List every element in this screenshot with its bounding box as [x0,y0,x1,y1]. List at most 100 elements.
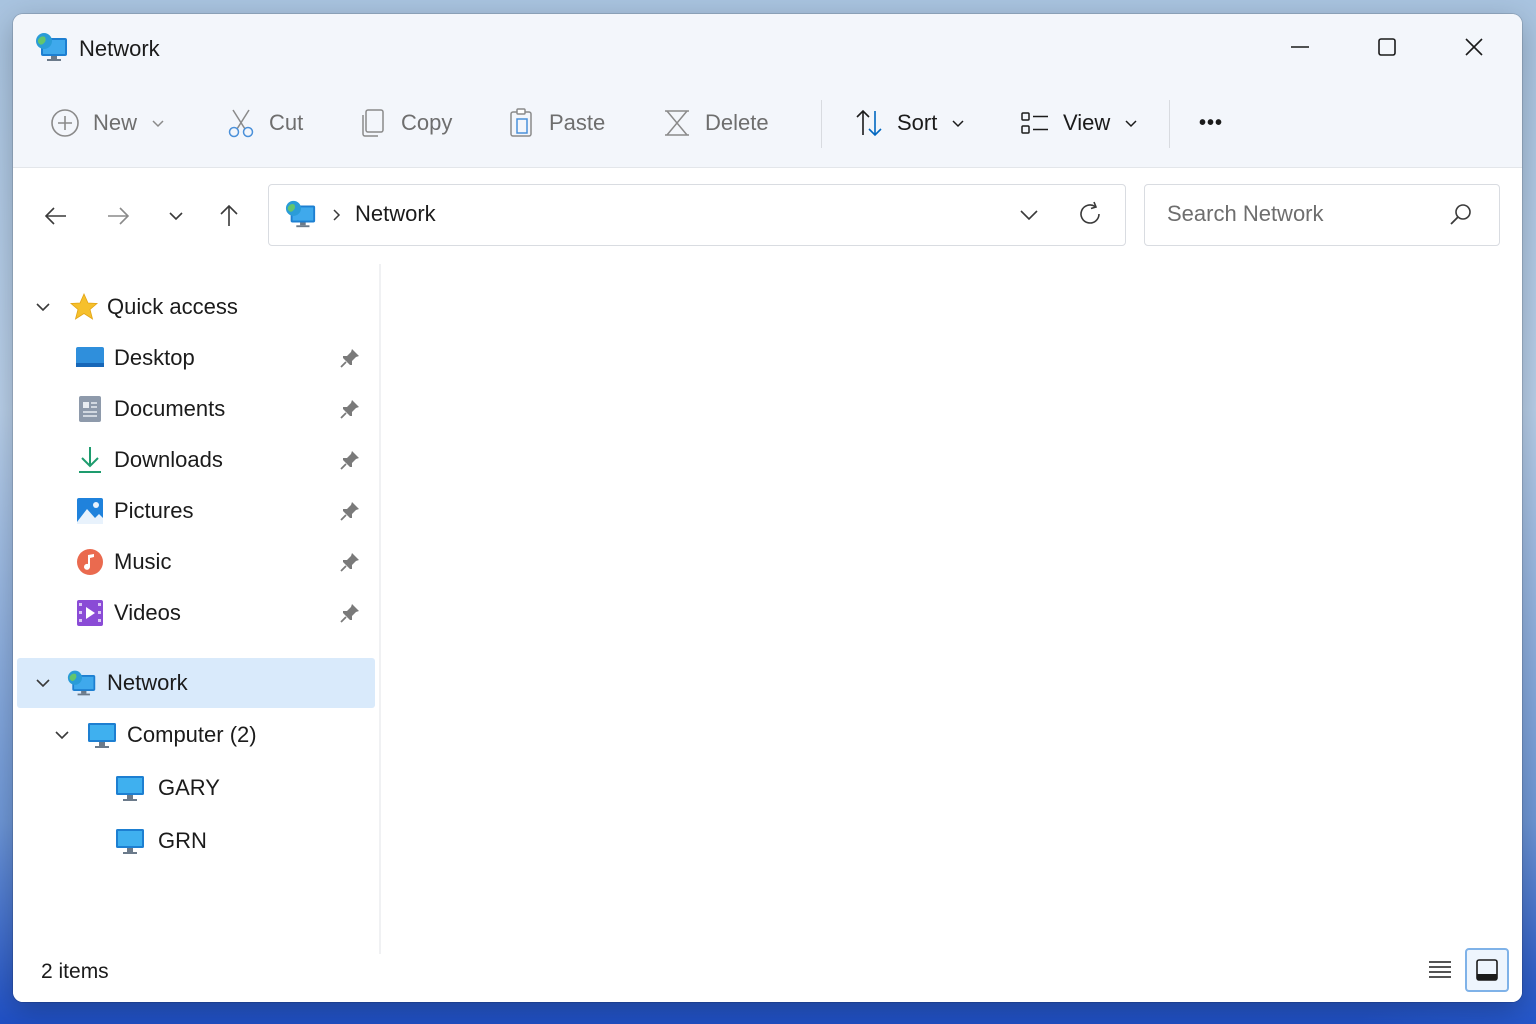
file-explorer-window: Network New Cut Copy Paste Delete Sort V… [13,14,1522,1002]
cut-label: Cut [269,110,304,135]
computer-icon [88,723,116,748]
delete-icon [665,110,689,136]
search-box[interactable]: Search Network [1144,184,1500,246]
scissors-icon [228,109,254,138]
star-icon [69,293,99,320]
tiles-view-button[interactable] [1465,948,1509,992]
up-button[interactable] [211,198,247,234]
computer-icon [116,829,144,854]
item-count: 2 items [41,960,109,983]
file-list-area[interactable] [381,264,1522,954]
chevron-down-icon [169,212,183,221]
new-button[interactable]: New [49,102,165,144]
maximize-button[interactable] [1344,14,1430,80]
sidebar-item-downloads[interactable]: Downloads [17,435,375,485]
delete-button[interactable]: Delete [661,102,769,144]
pin-icon[interactable] [339,398,361,420]
sidebar-item-computer-grn[interactable]: GRN [17,816,375,866]
arrow-up-icon [220,204,238,226]
close-button[interactable] [1431,14,1517,80]
address-bar[interactable]: Network [268,184,1126,246]
arrow-right-icon [108,207,130,225]
chevron-down-icon[interactable] [31,671,55,695]
sidebar-item-label: Quick access [107,294,238,319]
toolbar-divider [1169,100,1170,148]
chevron-down-icon[interactable] [31,295,55,319]
music-icon [77,549,103,575]
sidebar-item-network[interactable]: Network [17,658,375,708]
documents-icon [79,396,101,422]
new-label: New [93,110,138,135]
chevron-down-icon [1125,120,1137,128]
pin-icon[interactable] [339,602,361,624]
breadcrumb-network[interactable]: Network [355,201,436,227]
title-bar: Network [13,14,1522,84]
paste-label: Paste [549,110,606,135]
sidebar-item-label: GRN [158,828,207,853]
sidebar-item-quick-access[interactable]: Quick access [17,282,375,332]
sidebar-item-pictures[interactable]: Pictures [17,486,375,536]
details-view-icon [1429,961,1451,978]
maximize-icon [1378,38,1396,56]
minimize-icon [1291,46,1309,48]
toolbar-divider [821,100,822,148]
sidebar-item-computer-gary[interactable]: GARY [17,763,375,813]
sidebar-item-label: Documents [114,396,226,421]
search-input[interactable]: Search Network [1167,201,1324,227]
more-options-icon: ••• [1199,111,1224,134]
downloads-icon [79,447,101,473]
more-options-button[interactable]: ••• [1199,102,1223,144]
sidebar-item-label: GARY [158,775,220,800]
refresh-icon[interactable] [1075,199,1105,229]
computer-icon [116,776,144,801]
arrow-left-icon [44,207,66,225]
network-icon [67,670,96,696]
pictures-icon [77,498,103,524]
chevron-down-icon[interactable] [50,723,74,747]
pin-icon[interactable] [339,500,361,522]
paste-button[interactable]: Paste [505,102,605,144]
back-button[interactable] [38,198,74,234]
sidebar-item-label: Network [107,670,188,695]
window-title: Network [79,36,160,61]
navigation-pane: Quick access Desktop Documents Downloads… [13,264,381,954]
chevron-right-icon [333,209,341,221]
network-icon [36,33,67,61]
sidebar-item-computer-group[interactable]: Computer (2) [17,710,375,760]
pin-icon[interactable] [339,347,361,369]
sort-label: Sort [897,110,938,135]
recent-locations-button[interactable] [158,198,194,234]
pin-icon[interactable] [339,551,361,573]
desktop-icon [76,347,104,367]
chevron-down-icon[interactable] [1015,201,1043,229]
close-icon [1465,38,1483,56]
sidebar-item-label: Computer (2) [127,722,257,747]
navigation-bar: Network Search Network [13,168,1522,264]
view-icon [1021,112,1048,134]
minimize-button[interactable] [1257,14,1343,80]
copy-button[interactable]: Copy [357,102,452,144]
view-label: View [1063,110,1111,135]
details-view-button[interactable] [1418,948,1462,992]
tiles-view-icon [1476,959,1498,981]
sidebar-item-label: Videos [114,600,181,625]
copy-label: Copy [401,110,453,135]
sidebar-item-desktop[interactable]: Desktop [17,333,375,383]
sidebar-item-label: Pictures [114,498,194,523]
network-icon [285,200,316,228]
chevron-down-icon [952,120,964,128]
cut-button[interactable]: Cut [225,102,303,144]
sort-button[interactable]: Sort [853,102,965,144]
forward-button[interactable] [100,198,136,234]
sort-icon [856,109,882,137]
search-icon [1450,204,1471,225]
sidebar-item-videos[interactable]: Videos [17,588,375,638]
sidebar-item-music[interactable]: Music [17,537,375,587]
plus-circle-icon [51,109,79,137]
paste-icon [510,108,532,137]
pin-icon[interactable] [339,449,361,471]
sidebar-item-documents[interactable]: Documents [17,384,375,434]
view-button[interactable]: View [1019,102,1138,144]
videos-icon [77,600,103,626]
delete-label: Delete [705,110,769,135]
